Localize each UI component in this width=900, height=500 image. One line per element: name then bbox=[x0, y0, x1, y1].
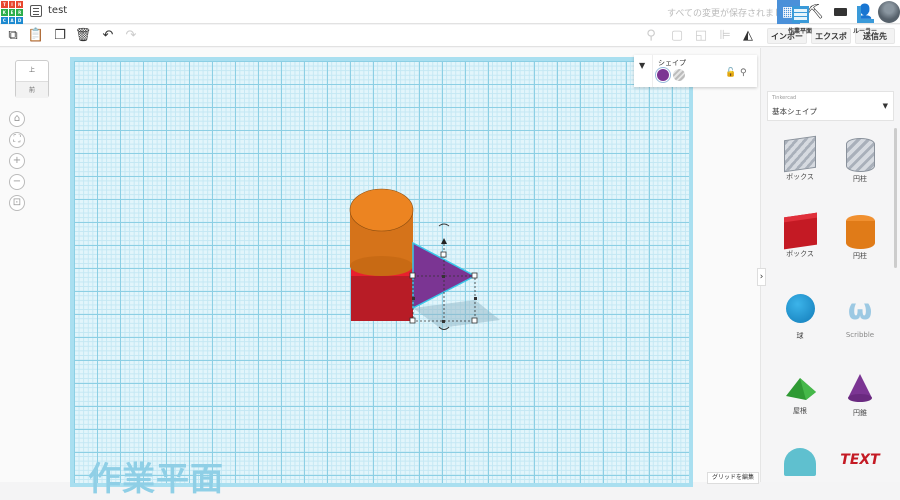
library-value: 基本シェイプ bbox=[772, 107, 817, 116]
shape-label: ボックス bbox=[786, 173, 814, 181]
shape-label: ボックス bbox=[786, 250, 814, 258]
shape-cylinder[interactable]: 円柱 bbox=[830, 215, 890, 261]
shape-label: 屋根 bbox=[793, 407, 807, 415]
library-scrollbar[interactable] bbox=[894, 128, 897, 268]
scribble-icon: ω bbox=[847, 293, 873, 326]
workplane-icon bbox=[791, 6, 809, 23]
chevron-down-icon: ▼ bbox=[882, 102, 888, 110]
orange-cylinder[interactable] bbox=[349, 188, 414, 276]
lift-handle-icon[interactable] bbox=[441, 238, 447, 244]
ruler-icon bbox=[856, 6, 874, 23]
collapse-inspector-button[interactable]: ▼ bbox=[639, 61, 645, 70]
shadow bbox=[413, 300, 500, 328]
cylinder-hole-icon bbox=[845, 138, 875, 172]
shape-library-select[interactable]: Tinkercad 基本シェイプ ▼ bbox=[767, 91, 894, 121]
shape-scribble[interactable]: ω Scribble bbox=[830, 293, 890, 340]
roof-icon bbox=[786, 378, 816, 400]
shape-label: 円柱 bbox=[853, 252, 867, 260]
cylinder-icon bbox=[845, 215, 875, 249]
lightbulb-icon[interactable]: ⚲ bbox=[740, 68, 747, 78]
box-icon bbox=[783, 212, 817, 250]
text-shape-icon: TEXT bbox=[840, 452, 880, 468]
ruler-button-label: ルーラー bbox=[852, 28, 877, 35]
shape-label: 円錐 bbox=[853, 409, 867, 417]
collapse-panel-button[interactable]: › bbox=[757, 268, 766, 286]
library-category: Tinkercad bbox=[772, 95, 797, 101]
shape-cone[interactable]: 円錐 bbox=[830, 372, 890, 418]
shape-inspector-title: シェイプ bbox=[658, 59, 686, 67]
cone-icon bbox=[848, 374, 872, 402]
shape-sphere[interactable]: 球 bbox=[770, 294, 830, 341]
shape-box-hole[interactable]: ボックス bbox=[770, 135, 830, 182]
box-hole-icon bbox=[784, 135, 816, 173]
ruler-button[interactable]: ルーラー bbox=[840, 6, 890, 35]
edit-grid-button[interactable]: グリッドを編集 bbox=[707, 472, 759, 484]
lock-icon[interactable]: 🔓 bbox=[725, 68, 736, 78]
rotate-handle-top[interactable] bbox=[438, 223, 450, 227]
shape-text[interactable]: TEXT bbox=[830, 452, 890, 468]
shape-round-roof[interactable] bbox=[770, 448, 830, 476]
hole-button[interactable] bbox=[673, 69, 685, 81]
shape-inspector: ▼ シェイプ 🔓 ⚲ bbox=[634, 55, 757, 87]
shape-label: 円柱 bbox=[853, 175, 867, 183]
shape-box[interactable]: ボックス bbox=[770, 212, 830, 259]
shape-cylinder-hole[interactable]: 円柱 bbox=[830, 138, 890, 184]
shape-roof[interactable]: 屋根 bbox=[770, 372, 830, 416]
workplane-button[interactable]: 作業平面 bbox=[775, 6, 825, 35]
shape-label: Scribble bbox=[845, 331, 875, 339]
round-roof-icon bbox=[784, 448, 816, 476]
red-box[interactable] bbox=[351, 276, 413, 321]
shape-label: 球 bbox=[796, 332, 804, 340]
chevron-right-icon: › bbox=[759, 272, 764, 282]
sphere-icon bbox=[785, 294, 815, 323]
solid-color-button[interactable] bbox=[657, 69, 669, 81]
workplane-button-label: 作業平面 bbox=[787, 28, 812, 35]
